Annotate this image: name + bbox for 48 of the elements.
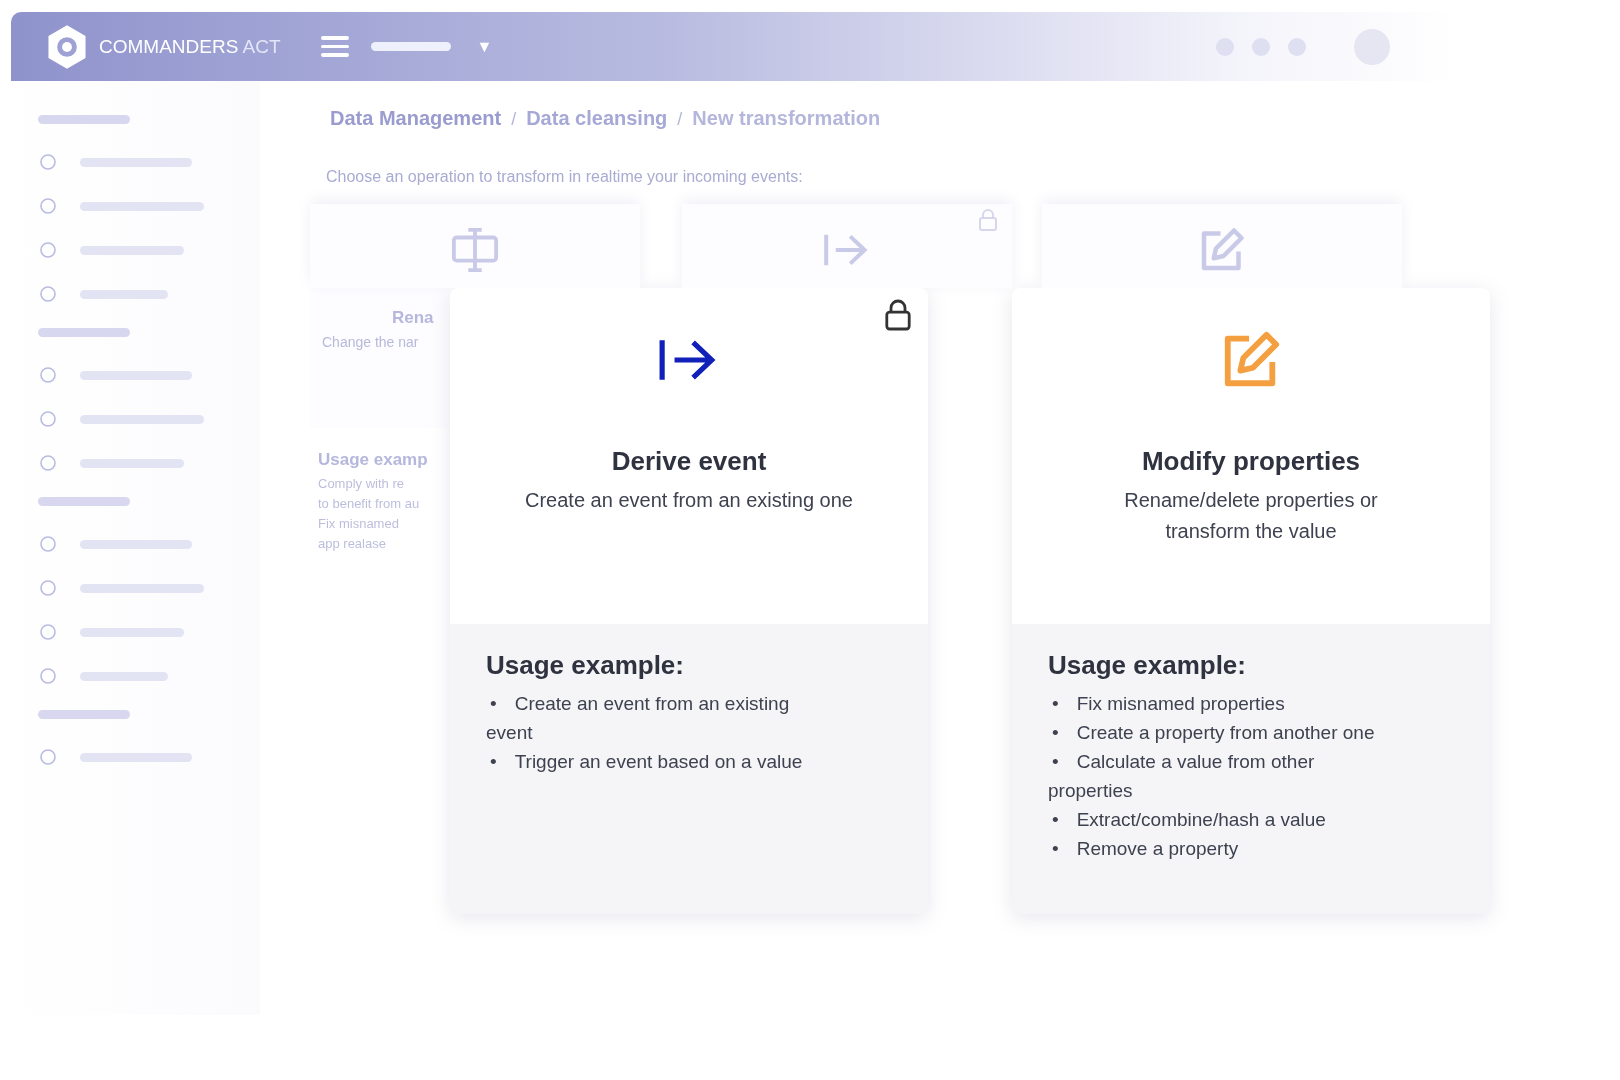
card-subtitle: Create an event from an existing one bbox=[524, 488, 854, 513]
card-title: Modify properties bbox=[1141, 446, 1361, 477]
usage-item: • Trigger an event based on a value bbox=[489, 750, 804, 774]
lock-icon bbox=[978, 208, 998, 232]
usage-line: to benefit from au bbox=[318, 495, 421, 513]
usage-heading: Usage examp bbox=[318, 450, 429, 470]
option-card[interactable]: Derive event Create an event from an existing one Usage example: • Create an event from an existing event • Trigger an event based on a value bbox=[450, 288, 928, 914]
usage-line: app realase bbox=[318, 535, 387, 553]
sidebar-icon[interactable] bbox=[38, 409, 58, 429]
lock-icon bbox=[884, 298, 912, 332]
sidebar-icon[interactable] bbox=[38, 152, 58, 172]
card-title: Derive event bbox=[611, 446, 767, 477]
sidebar-icon[interactable] bbox=[38, 196, 58, 216]
breadcrumb-link[interactable]: New transformation bbox=[692, 107, 881, 130]
usage-item: • Create a property from another one bbox=[1051, 721, 1376, 745]
usage-heading: Usage example: bbox=[486, 650, 685, 681]
sidebar-icon[interactable] bbox=[38, 453, 58, 473]
text-field-icon bbox=[451, 226, 499, 274]
hexagon-logo-icon bbox=[45, 22, 89, 71]
sidebar-icon[interactable] bbox=[38, 534, 58, 554]
option-card[interactable] bbox=[1012, 288, 1490, 914]
sidebar-icon[interactable] bbox=[38, 666, 58, 686]
usage-line: Comply with re bbox=[318, 475, 405, 493]
usage-heading: Usage example: bbox=[1048, 650, 1247, 681]
sidebar-icon[interactable] bbox=[38, 284, 58, 304]
breadcrumb-link[interactable]: Data cleansing bbox=[526, 107, 668, 130]
breadcrumb-separator: / bbox=[677, 109, 683, 130]
breadcrumb-separator: / bbox=[511, 109, 517, 130]
usage-item: • Create an event from an existing event bbox=[486, 692, 791, 745]
sidebar-icon[interactable] bbox=[38, 578, 58, 598]
sidebar-icon[interactable] bbox=[38, 622, 58, 642]
usage-item: • Fix misnamed properties bbox=[1051, 692, 1286, 716]
header-dot bbox=[1288, 37, 1306, 56]
usage-item: • Remove a property bbox=[1051, 837, 1240, 861]
header-dot bbox=[1252, 37, 1270, 56]
usage-line: Fix misnamed bbox=[318, 515, 400, 533]
usage-item: • Extract/combine/hash a value bbox=[1051, 808, 1327, 832]
sidebar-icon[interactable] bbox=[38, 365, 58, 385]
card-title: Rena bbox=[392, 308, 435, 328]
brand-name: COMMANDERS ACT bbox=[99, 35, 281, 58]
card-subtitle: Rename/delete properties or transform the value bbox=[1123, 488, 1379, 544]
usage-item: • Calculate a value from other properties bbox=[1048, 750, 1316, 803]
dropdown-caret[interactable]: ▼ bbox=[476, 37, 493, 56]
breadcrumb-link[interactable]: Data Management bbox=[330, 107, 502, 130]
sidebar-icon[interactable] bbox=[38, 747, 58, 767]
intro-text: Choose an operation to transform in realtime your incoming events: bbox=[326, 168, 804, 186]
sidebar-icon[interactable] bbox=[38, 240, 58, 260]
card-subtitle: Change the nar bbox=[322, 334, 420, 350]
